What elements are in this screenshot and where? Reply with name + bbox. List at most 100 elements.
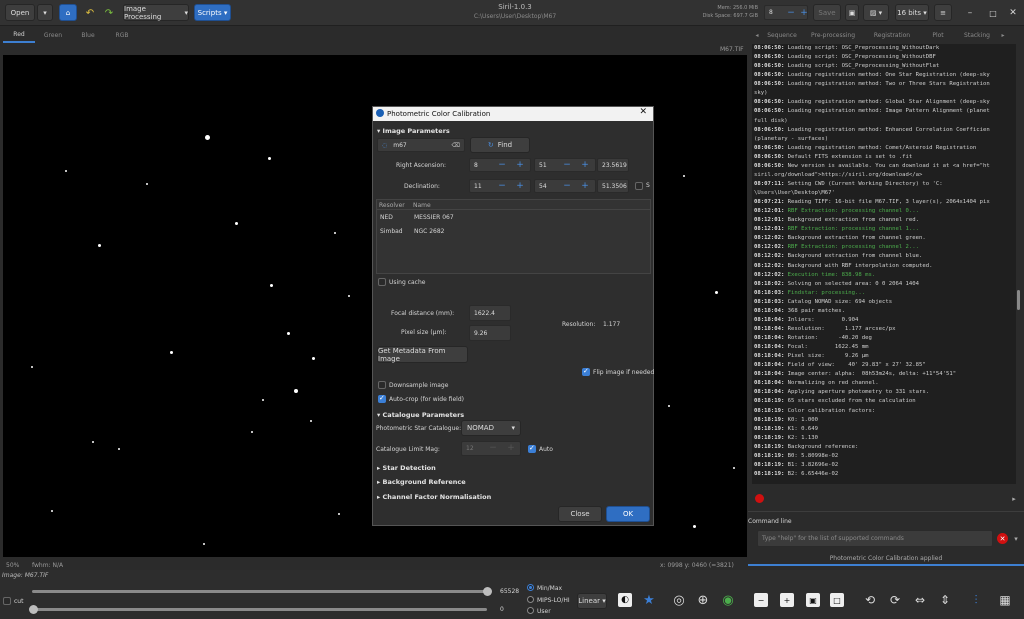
display-mode-dropdown[interactable]: Linear ▾ [577, 593, 607, 609]
log-menu-icon[interactable]: ▸ [1008, 493, 1020, 505]
find-button[interactable]: ↻ Find [470, 137, 530, 153]
get-metadata-button[interactable]: Get Metadata From Image [377, 346, 468, 363]
ra-seconds-field[interactable]: 23.5619 [597, 158, 629, 172]
tab-preprocessing[interactable]: Pre-processing [802, 27, 864, 43]
flip-image-checkbox[interactable] [582, 367, 590, 376]
open-recent-dropdown[interactable]: ▾ [37, 4, 53, 21]
radio-mips[interactable] [527, 596, 534, 603]
save-button[interactable]: Save [813, 4, 841, 21]
close-icon[interactable]: ✕ [1006, 6, 1020, 20]
table-row[interactable]: NED MESSIER 067 [377, 210, 650, 224]
tab-rgb[interactable]: RGB [105, 27, 139, 43]
statistics-icon[interactable]: ▦ [996, 592, 1014, 608]
tab-blue[interactable]: Blue [71, 27, 105, 43]
dec-seconds-field[interactable]: 51.3506 [597, 179, 629, 193]
low-value: 0 [500, 606, 504, 613]
mirror-y-icon[interactable]: ⇕ [937, 592, 953, 608]
mirror-x-icon[interactable]: ⇔ [912, 592, 928, 608]
threads-plus[interactable]: + [797, 6, 811, 20]
ra-minutes-minus[interactable]: − [560, 158, 574, 172]
radio-minmax[interactable] [527, 584, 534, 591]
resolver-col-header[interactable]: Resolver [379, 202, 405, 209]
close-button[interactable]: Close [558, 506, 602, 522]
dialog-close-icon[interactable]: ✕ [639, 107, 647, 117]
command-help-icon[interactable]: ▾ [1011, 533, 1021, 544]
limit-mag-minus[interactable]: − [486, 441, 500, 455]
log-timestamp: 08:18:04: [754, 344, 785, 351]
undo-icon[interactable]: ↶ [83, 6, 97, 20]
zoom-out-icon[interactable]: − [754, 593, 768, 607]
maximize-icon[interactable]: □ [986, 6, 1000, 20]
home-button[interactable]: ⌂ [59, 4, 77, 21]
dec-degrees-minus[interactable]: − [495, 179, 509, 193]
log-line: 08:18:04: Rotation: -40.20 deg [754, 334, 1016, 343]
downsample-checkbox[interactable] [378, 381, 386, 389]
tab-sequence[interactable]: Sequence [762, 27, 802, 43]
redo-icon[interactable]: ↷ [102, 6, 116, 20]
negative-view-icon[interactable]: ◐ [618, 593, 632, 607]
clear-command-icon[interactable]: ✕ [997, 533, 1008, 544]
dec-degrees-plus[interactable]: + [513, 179, 527, 193]
command-input[interactable]: Type "help" for the list of supported co… [757, 530, 993, 547]
minimize-icon[interactable]: – [963, 6, 977, 20]
high-slider[interactable] [32, 590, 487, 593]
using-cache-checkbox[interactable] [378, 278, 386, 286]
star-detection-header[interactable]: ▸ Star Detection [377, 464, 436, 472]
snapshot-button[interactable]: ▣ [845, 4, 859, 21]
clear-input-icon[interactable]: ⌫ [452, 142, 460, 149]
threads-minus[interactable]: − [784, 6, 798, 20]
scripts-menu[interactable]: Scripts ▾ [194, 4, 231, 21]
ra-hours-minus[interactable]: − [495, 158, 509, 172]
low-slider[interactable] [32, 608, 487, 611]
hamburger-menu-button[interactable]: ≡ [934, 4, 952, 21]
image-parameters-header[interactable]: ▾ Image Parameters [377, 127, 450, 135]
rotate-left-icon[interactable]: ⟲ [862, 592, 878, 608]
console-log[interactable]: 08:06:50: Loading script: OSC_Preprocess… [752, 44, 1016, 484]
image-processing-menu[interactable]: Image Processing ▾ [123, 4, 189, 21]
zoom-in-icon[interactable]: + [780, 593, 794, 607]
color-saturation-icon[interactable]: ★ [640, 591, 658, 609]
star-catalogue-dropdown[interactable]: NOMAD ▾ [461, 420, 521, 436]
catalogue-parameters-header[interactable]: ▾ Catalogue Parameters [377, 411, 464, 419]
tab-plot[interactable]: Plot [920, 27, 956, 43]
auto-mag-checkbox[interactable] [528, 444, 536, 453]
globe-icon[interactable]: ⊕ [694, 591, 712, 609]
tab-green[interactable]: Green [35, 27, 71, 43]
tab-registration[interactable]: Registration [864, 27, 920, 43]
object-search-input[interactable]: ◌ m67 ⌫ [377, 138, 465, 152]
tab-collapse[interactable]: ◂ [752, 27, 762, 43]
channel-factor-header[interactable]: ▸ Channel Factor Normalisation [377, 493, 491, 501]
limit-mag-plus[interactable]: + [504, 441, 518, 455]
bit-depth-dropdown[interactable]: 16 bits ▾ [895, 4, 929, 21]
background-reference-header[interactable]: ▸ Background Reference [377, 478, 466, 486]
ra-hours-plus[interactable]: + [513, 158, 527, 172]
high-slider-knob[interactable] [483, 587, 492, 596]
low-slider-knob[interactable] [29, 605, 38, 614]
ok-button[interactable]: OK [606, 506, 650, 522]
tab-expand[interactable]: ▸ [998, 27, 1008, 43]
export-dropdown[interactable]: ▨ ▾ [863, 4, 889, 21]
autocrop-checkbox[interactable] [378, 394, 386, 403]
dec-minutes-minus[interactable]: − [560, 179, 574, 193]
cut-checkbox[interactable] [3, 597, 11, 605]
name-col-header[interactable]: Name [413, 202, 431, 209]
ra-minutes-plus[interactable]: + [578, 158, 592, 172]
rotate-right-icon[interactable]: ⟳ [887, 592, 903, 608]
focal-field[interactable]: 1622.4 [469, 305, 511, 321]
target-icon[interactable]: ◎ [670, 591, 688, 609]
open-button[interactable]: Open [5, 4, 35, 21]
tab-red[interactable]: Red [3, 27, 35, 43]
log-scrollbar[interactable] [1017, 290, 1020, 310]
resolver-table[interactable]: Resolver Name NED MESSIER 067 Simbad NGC… [376, 199, 651, 274]
stop-icon[interactable] [755, 494, 764, 503]
radio-user[interactable] [527, 607, 534, 614]
tab-stacking[interactable]: Stacking [956, 27, 998, 43]
zoom-100-icon[interactable]: □ [830, 593, 844, 607]
annotate-icon[interactable]: ◉ [719, 591, 737, 609]
pixel-size-field[interactable]: 9.26 [469, 325, 511, 341]
zoom-fit-icon[interactable]: ▣ [806, 593, 820, 607]
table-row[interactable]: Simbad NGC 2682 [377, 224, 650, 238]
histogram-icon[interactable]: ⫶ [968, 592, 984, 608]
dec-minutes-plus[interactable]: + [578, 179, 592, 193]
south-checkbox[interactable] [635, 182, 643, 190]
